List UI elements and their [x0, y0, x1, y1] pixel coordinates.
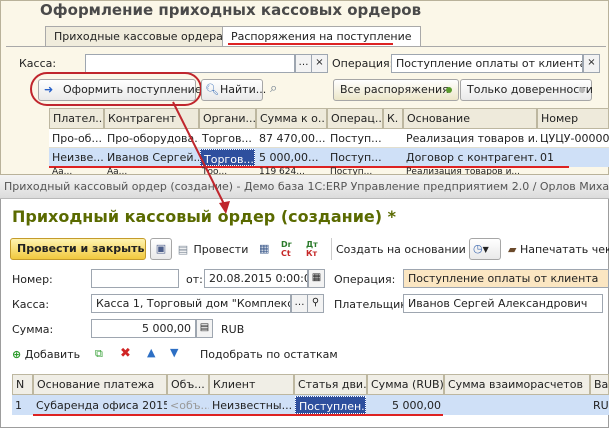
- annotation-arrow: [172, 101, 230, 214]
